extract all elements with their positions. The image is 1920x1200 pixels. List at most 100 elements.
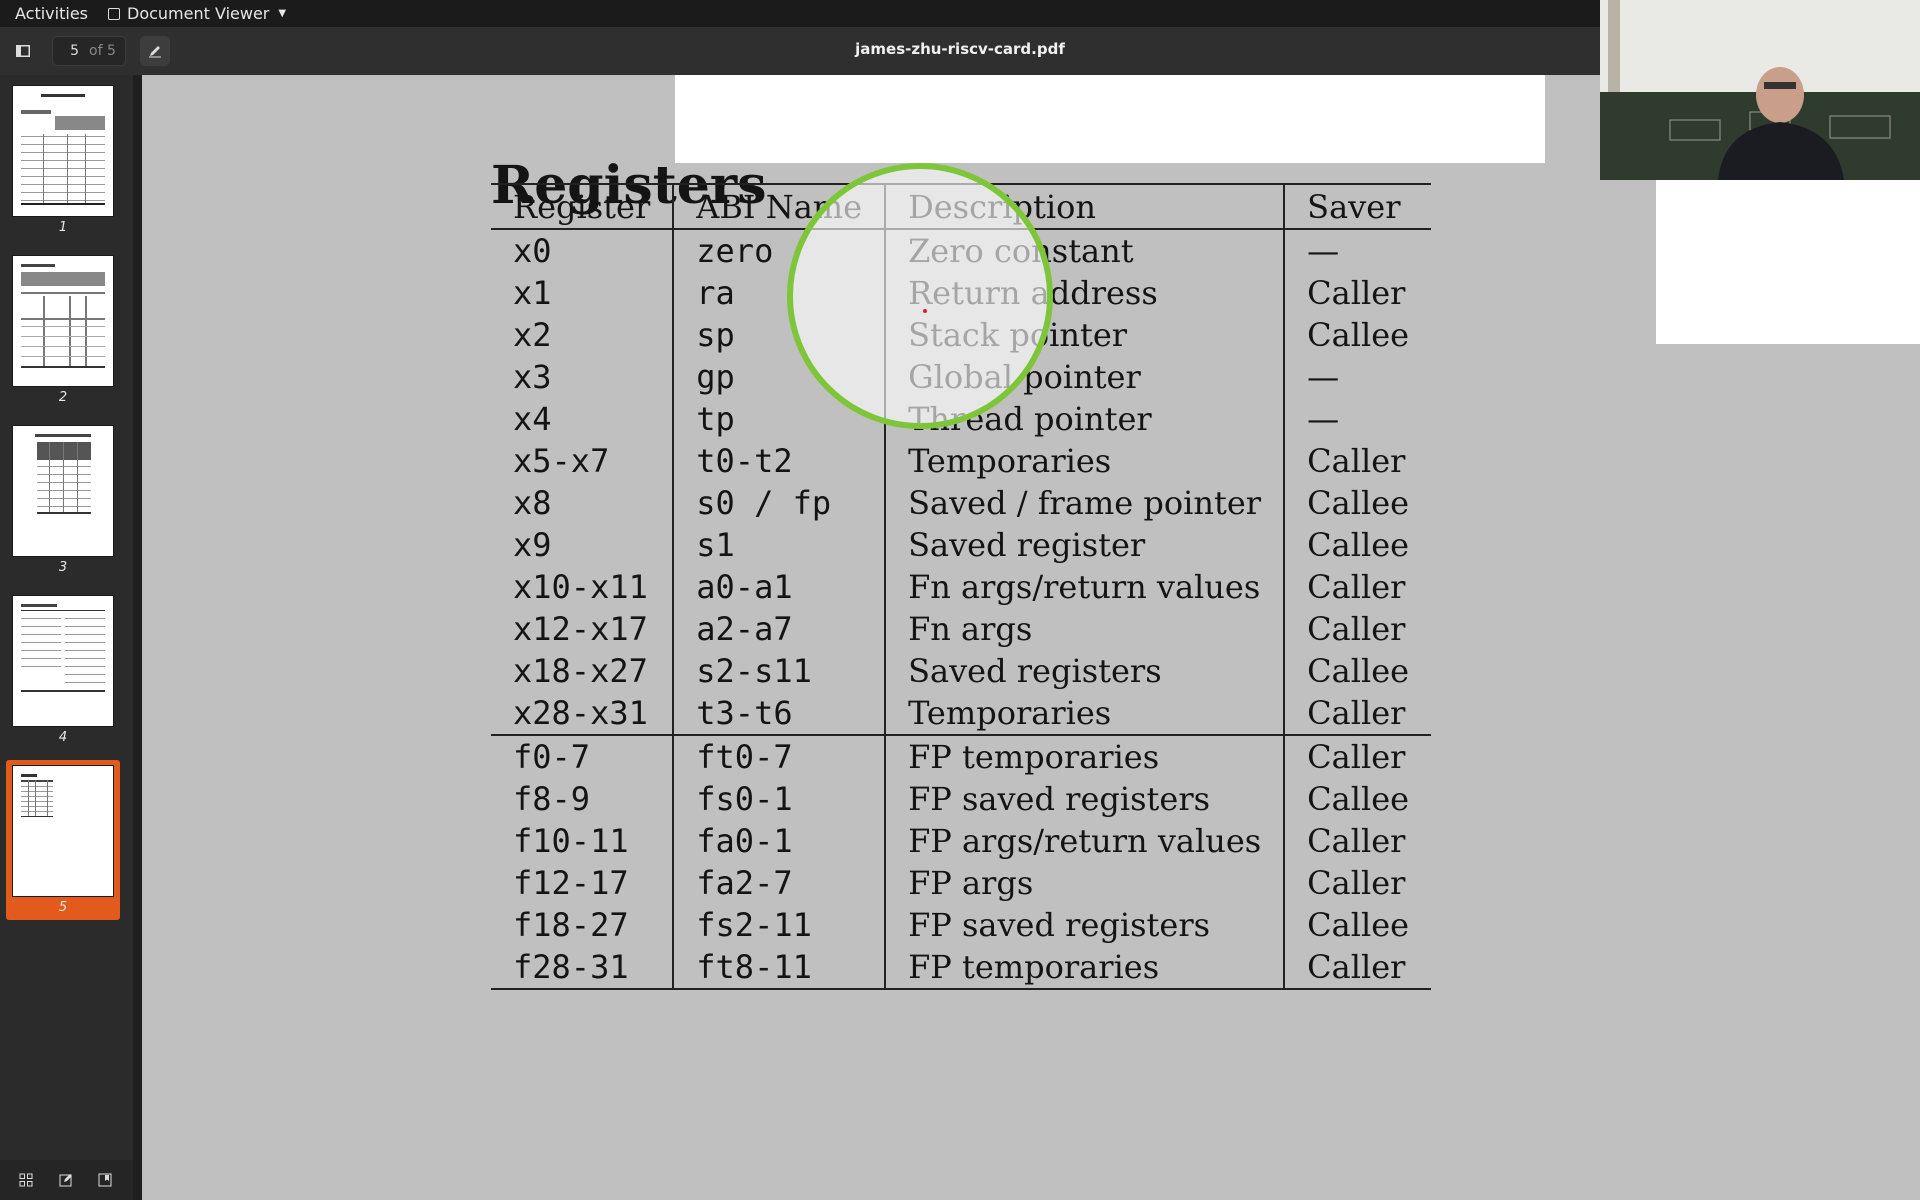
register-cell: x28-x31 bbox=[491, 692, 675, 735]
thumbnails-view-button[interactable] bbox=[14, 1168, 38, 1192]
previous-page-bottom bbox=[675, 75, 1545, 163]
saver-cell: Caller bbox=[1284, 734, 1432, 778]
register-cell: x18-x27 bbox=[491, 650, 675, 692]
table-row: f18-27 fs2-11 FP saved registers Callee bbox=[491, 904, 1431, 946]
edit-icon bbox=[59, 1174, 72, 1187]
description-cell: FP temporaries bbox=[885, 946, 1286, 990]
thumbnail-label: 5 bbox=[58, 900, 68, 915]
webcam-video bbox=[1600, 0, 1920, 180]
register-cell: f10-11 bbox=[491, 820, 675, 862]
register-cell: x8 bbox=[491, 482, 675, 524]
table-row: x5-x7 t0-t2 Temporaries Caller bbox=[491, 440, 1431, 482]
saver-cell: Caller bbox=[1307, 822, 1406, 860]
page-thumbnail-2[interactable] bbox=[13, 256, 113, 386]
abi-name-cell: s2-s11 bbox=[673, 650, 887, 692]
saver-cell: Caller bbox=[1307, 568, 1406, 606]
thumbnail-preview bbox=[21, 264, 105, 368]
thumbnail-label: 2 bbox=[58, 390, 68, 405]
table-row: f28-31 ft8-11 FP temporaries Caller bbox=[491, 946, 1432, 990]
saver-cell: Caller bbox=[1307, 694, 1406, 732]
abi-name-cell: sp bbox=[673, 314, 887, 356]
saver-cell: — bbox=[1307, 400, 1340, 438]
abi-name-cell: ft0-7 bbox=[673, 734, 887, 778]
sidebar-toolbar bbox=[0, 1160, 133, 1200]
webcam-overlay bbox=[1600, 0, 1920, 180]
page-thumbnail-5[interactable] bbox=[13, 766, 113, 896]
activities-button[interactable]: Activities bbox=[15, 4, 88, 23]
table-row: x9 s1 Saved register Callee bbox=[491, 524, 1431, 566]
description-cell: Fn args/return values bbox=[885, 566, 1286, 608]
saver-cell: — bbox=[1307, 232, 1340, 270]
saver-cell: Caller bbox=[1284, 946, 1432, 990]
register-cell: x12-x17 bbox=[491, 608, 675, 650]
thumbnail-sidebar: 1 2 3 4 5 bbox=[0, 75, 133, 1200]
table-row: x8 s0 / fp Saved / frame pointer Callee bbox=[491, 482, 1431, 524]
grid-icon bbox=[19, 1173, 33, 1187]
saver-cell: Callee bbox=[1307, 484, 1410, 522]
register-cell: f18-27 bbox=[491, 904, 675, 946]
description-cell: Temporaries bbox=[885, 692, 1286, 735]
table-row: x1 ra Return address Caller bbox=[491, 272, 1431, 314]
saver-cell: Caller bbox=[1307, 610, 1406, 648]
description-cell: Saved register bbox=[885, 524, 1286, 566]
abi-name-cell: fa2-7 bbox=[673, 862, 887, 904]
registers-table: Register ABI Name Description Saver x0 ze… bbox=[491, 183, 1432, 990]
page-thumbnail-4[interactable] bbox=[13, 596, 113, 726]
document-view[interactable]: Registers Register ABI Name Description … bbox=[142, 75, 1920, 1200]
chevron-down-icon: ▼ bbox=[278, 8, 287, 19]
register-cell: x4 bbox=[491, 398, 675, 440]
register-cell: f28-31 bbox=[491, 946, 675, 990]
register-cell: x3 bbox=[491, 356, 675, 398]
register-cell: f12-17 bbox=[491, 862, 675, 904]
saver-cell: Callee bbox=[1307, 906, 1410, 944]
pointer-dot bbox=[923, 309, 927, 313]
saver-cell: Caller bbox=[1307, 274, 1406, 312]
register-cell: x1 bbox=[491, 272, 675, 314]
thumbnail-preview bbox=[35, 434, 91, 514]
page-thumbnail-3[interactable] bbox=[13, 426, 113, 556]
app-menu[interactable]: Document Viewer ▼ bbox=[108, 4, 286, 23]
register-cell: f8-9 bbox=[491, 778, 675, 820]
abi-name-cell: t0-t2 bbox=[673, 440, 887, 482]
description-cell: Thread pointer bbox=[885, 398, 1286, 440]
table-row: x28-x31 t3-t6 Temporaries Caller bbox=[491, 692, 1431, 735]
column-header-abi-name: ABI Name bbox=[673, 183, 887, 230]
abi-name-cell: ra bbox=[673, 272, 887, 314]
thumbnail-label: 4 bbox=[58, 730, 68, 745]
saver-cell: Caller bbox=[1307, 864, 1406, 902]
table-row: f0-7 ft0-7 FP temporaries Caller bbox=[491, 734, 1432, 778]
description-cell: Return address bbox=[885, 272, 1286, 314]
description-cell: Saved / frame pointer bbox=[885, 482, 1286, 524]
abi-name-cell: a0-a1 bbox=[673, 566, 887, 608]
register-cell: x5-x7 bbox=[491, 440, 675, 482]
thumbnail-preview bbox=[21, 604, 105, 692]
annotations-view-button[interactable] bbox=[54, 1168, 78, 1192]
description-cell: Temporaries bbox=[885, 440, 1286, 482]
abi-name-cell: t3-t6 bbox=[673, 692, 887, 735]
description-cell: FP args/return values bbox=[885, 820, 1286, 862]
description-cell: FP saved registers bbox=[885, 904, 1286, 946]
page-thumbnail-1[interactable] bbox=[13, 86, 113, 216]
bookmarks-view-button[interactable] bbox=[93, 1168, 117, 1192]
description-cell: FP temporaries bbox=[885, 734, 1286, 778]
register-cell: x9 bbox=[491, 524, 675, 566]
description-cell: FP args bbox=[885, 862, 1286, 904]
app-menu-label: Document Viewer bbox=[127, 4, 270, 23]
abi-name-cell: gp bbox=[673, 356, 887, 398]
table-row: x0 zero Zero constant — bbox=[491, 229, 1431, 272]
saver-cell: Caller bbox=[1307, 442, 1406, 480]
abi-name-cell: s0 / fp bbox=[673, 482, 887, 524]
abi-name-cell: fs2-11 bbox=[673, 904, 887, 946]
sidebar-divider bbox=[133, 75, 142, 1200]
table-row: x10-x11 a0-a1 Fn args/return values Caller bbox=[491, 566, 1431, 608]
column-header-saver: Saver bbox=[1284, 183, 1432, 230]
abi-name-cell: zero bbox=[673, 229, 887, 272]
abi-name-cell: fs0-1 bbox=[673, 778, 887, 820]
abi-name-cell: ft8-11 bbox=[673, 946, 887, 990]
column-header-register: Register bbox=[491, 183, 675, 230]
description-cell: Saved registers bbox=[885, 650, 1286, 692]
saver-cell: Callee bbox=[1307, 652, 1410, 690]
column-header-description: Description bbox=[885, 183, 1286, 230]
abi-name-cell: fa0-1 bbox=[673, 820, 887, 862]
table-row: x3 gp Global pointer — bbox=[491, 356, 1431, 398]
